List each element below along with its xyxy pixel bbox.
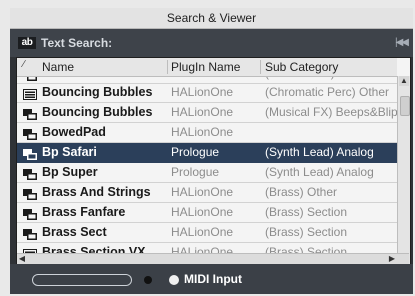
- plugin-name: HALionOne: [171, 125, 234, 139]
- ab-text-search-icon: ab: [18, 37, 36, 49]
- plugin-name: HALionOne: [171, 225, 234, 239]
- scroll-thumb[interactable]: [400, 96, 410, 116]
- list-item[interactable]: Bouncing Bubbles HALionOne (Musical FX) Be…: [17, 103, 397, 123]
- text-search-bar[interactable]: ab Text Search: |◀◀: [10, 29, 413, 57]
- keyboard-icon: [23, 167, 37, 180]
- list-item[interactable]: BowedPad HALionOne: [17, 123, 397, 143]
- sub-category: (Musical FX) Beeps&Blips: [265, 105, 397, 119]
- scroll-left-icon[interactable]: ◀: [17, 254, 27, 264]
- plugin-name: HALionOne: [171, 205, 234, 219]
- keyboard-icon: [23, 127, 37, 140]
- list-item[interactable]: Brass Fanfare HALionOne (Brass) Section: [17, 203, 397, 223]
- midi-input-label: MIDI Input: [184, 272, 242, 286]
- midi-input-bar: MIDI Input: [10, 264, 413, 294]
- results-list: BottleHALionOne(Woodwinds) FluteBouncing…: [16, 57, 411, 265]
- skip-to-start-icon[interactable]: |◀◀: [395, 37, 409, 48]
- sub-category: (Brass) Other: [265, 185, 338, 199]
- plugin-name: Prologue: [171, 145, 220, 159]
- sub-category: (Synth Lead) Analog: [265, 165, 374, 179]
- sub-category: (Brass) Section: [265, 205, 348, 219]
- list-item[interactable]: Bp Super Prologue (Synth Lead) Analog: [17, 163, 397, 183]
- column-name[interactable]: Name: [42, 60, 74, 74]
- preset-name: Brass Sect: [42, 225, 107, 239]
- preset-name: Bp Safari: [42, 145, 97, 159]
- column-header: ∕ Name PlugIn Name Sub Category: [17, 58, 397, 77]
- list-icon: [23, 87, 37, 100]
- keyboard-icon: [23, 147, 37, 160]
- preset-name: Brass Fanfare: [42, 205, 126, 219]
- results-rows: BottleHALionOne(Woodwinds) FluteBouncing…: [17, 58, 397, 263]
- midi-input-led-icon: [169, 275, 179, 285]
- sort-indicator-icon[interactable]: ∕: [23, 59, 25, 70]
- text-search-label: Text Search:: [41, 36, 113, 50]
- list-item[interactable]: Brass Sect HALionOne (Brass) Section: [17, 223, 397, 243]
- scroll-right-icon[interactable]: ▶: [387, 254, 397, 264]
- search-viewer-panel: Search & Viewer ab Text Search: |◀◀ Bott…: [10, 8, 413, 294]
- activity-led-icon: [144, 276, 152, 284]
- plugin-name: HALionOne: [171, 105, 234, 119]
- keyboard-icon: [23, 107, 37, 120]
- preset-name: Bp Super: [42, 165, 98, 179]
- list-item[interactable]: Bp Safari Prologue (Synth Lead) Analog: [17, 143, 397, 163]
- scroll-up-icon[interactable]: ▲: [399, 76, 409, 86]
- plugin-name: HALionOne: [171, 85, 234, 99]
- preset-name: Brass And Strings: [42, 185, 151, 199]
- sub-category: (Synth Lead) Analog: [265, 145, 374, 159]
- sub-category: (Chromatic Perc) Other: [265, 85, 390, 99]
- preset-name: BowedPad: [42, 125, 106, 139]
- window-title: Search & Viewer: [10, 8, 413, 29]
- preset-name: Bouncing Bubbles: [42, 105, 153, 119]
- plugin-name: HALionOne: [171, 185, 234, 199]
- sub-category: (Brass) Section: [265, 225, 348, 239]
- list-item[interactable]: Brass And Strings HALionOne (Brass) Other: [17, 183, 397, 203]
- vertical-scrollbar[interactable]: ▲ ▼: [397, 76, 410, 264]
- keyboard-icon: [23, 227, 37, 240]
- column-sub-category[interactable]: Sub Category: [265, 60, 338, 74]
- column-plugin-name[interactable]: PlugIn Name: [171, 60, 240, 74]
- midi-level-meter: [32, 274, 132, 286]
- plugin-name: Prologue: [171, 165, 220, 179]
- preset-name: Bouncing Bubbles: [42, 85, 153, 99]
- keyboard-icon: [23, 207, 37, 220]
- horizontal-scrollbar[interactable]: ◀ ▶: [17, 253, 409, 264]
- list-item[interactable]: Bouncing Bubbles HALionOne (Chromatic Perc…: [17, 83, 397, 103]
- keyboard-icon: [23, 187, 37, 200]
